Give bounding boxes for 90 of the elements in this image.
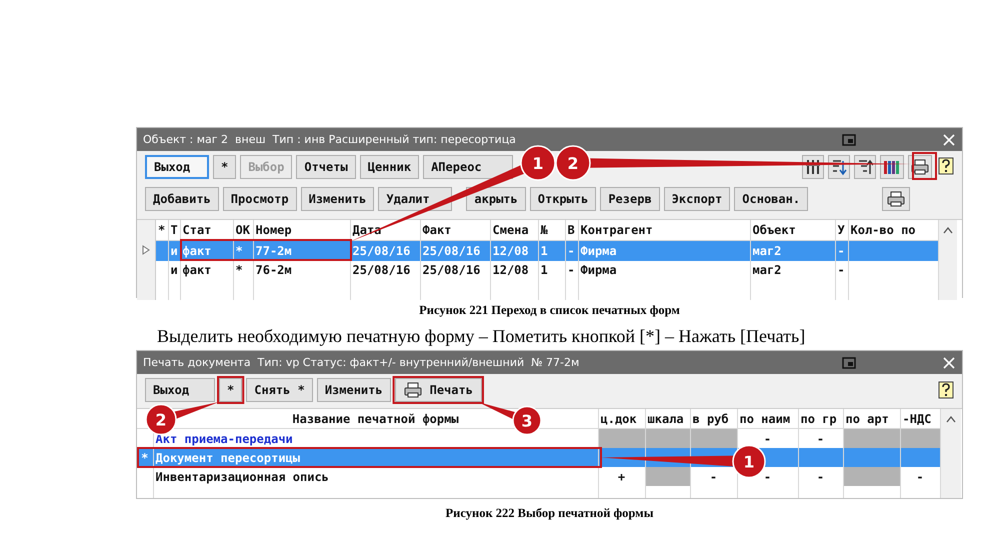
column-header[interactable]: Контрагент (578, 220, 750, 240)
toolbar-button[interactable]: Отчеты (296, 155, 356, 179)
table-cell: * (233, 260, 253, 280)
toolbar-button[interactable]: Изменить (316, 378, 391, 402)
step-number-badge: 1 (520, 145, 556, 181)
column-header[interactable]: по гр (798, 409, 843, 428)
toolbar-button[interactable]: акрыть (466, 187, 526, 211)
highlight-frame (217, 376, 244, 404)
column-header[interactable]: Т (168, 220, 180, 240)
toolbar-button[interactable]: Основан. (734, 187, 808, 211)
help-icon[interactable] (938, 156, 954, 174)
instruction-text: Выделить необходимую печатную форму – Пометить кнопкой [*] – Нажать [Печать] (157, 326, 806, 348)
help-icon[interactable] (938, 381, 954, 399)
scroll-up-icon[interactable] (946, 415, 956, 423)
column-header[interactable]: Стат (180, 220, 233, 240)
table-cell: 25/08/16 (420, 240, 490, 260)
window-icon[interactable] (842, 356, 856, 368)
column-header[interactable]: У (835, 220, 848, 240)
table-cell: 1 (538, 240, 565, 260)
column-header[interactable]: Название печатной формы (292, 412, 459, 426)
sort-up-icon[interactable] (857, 158, 873, 176)
column-header[interactable]: Смена (490, 220, 538, 240)
close-icon[interactable] (942, 132, 956, 146)
toolbar-button[interactable]: Снять * (246, 378, 313, 402)
step-number-badge: 3 (512, 406, 542, 436)
printer-icon[interactable] (404, 382, 422, 398)
column-header[interactable]: шкала (645, 409, 690, 428)
table-cell: - (798, 467, 843, 486)
table-cell: 25/08/16 (420, 260, 490, 280)
table-cell: факт (180, 260, 233, 280)
table-cell: 25/08/16 (350, 240, 420, 260)
toolbar-button[interactable]: Экспорт (664, 187, 730, 211)
window-icon[interactable] (842, 134, 856, 146)
form-name[interactable]: Инвентаризационная опись (153, 467, 598, 486)
table-cell: маг2 (750, 240, 835, 260)
toolbar-button[interactable]: AПереос (423, 155, 514, 179)
figure-caption: Рисунок 222 Выбор печатной формы (444, 506, 654, 521)
toolbar-button[interactable]: Ценник (360, 155, 420, 179)
toolbar-button[interactable]: Резерв (600, 187, 660, 211)
column-header[interactable]: № (538, 220, 565, 240)
table-cell: и (168, 260, 180, 280)
step-number-badge: 1 (732, 444, 766, 478)
toolbar-button[interactable]: * (213, 155, 236, 179)
table-cell: - (835, 260, 848, 280)
toolbar-button[interactable]: * (219, 378, 242, 402)
close-icon[interactable] (942, 356, 956, 370)
column-header[interactable]: В (565, 220, 578, 240)
color-bars-icon[interactable] (883, 158, 901, 176)
figure-caption: Рисунок 221 Переход в список печатных форм (418, 303, 681, 318)
row-pointer-icon (142, 245, 150, 255)
table-cell: + (598, 467, 645, 486)
table-cell: маг2 (750, 260, 835, 280)
column-header[interactable]: * (156, 220, 168, 240)
step-number-badge: 2 (145, 404, 177, 436)
table-cell: Фирма (578, 240, 750, 260)
toolbar-button[interactable]: Выход (145, 378, 215, 402)
toolbar-button[interactable]: Изменить (300, 187, 374, 211)
toolbar-button[interactable]: Добавить (145, 187, 219, 211)
column-header[interactable]: Кол-во по (848, 220, 938, 240)
table-cell: 1 (538, 260, 565, 280)
scroll-up-icon[interactable] (942, 226, 952, 234)
table-cell: 76-2м (253, 260, 350, 280)
toolbar-button[interactable]: Выход (145, 155, 209, 179)
toolbar-button[interactable]: Печать (394, 378, 482, 402)
highlight-frame (912, 152, 937, 180)
table-row[interactable]: и факт * 76-2м 25/08/16 25/08/16 12/08 1 - Фирма маг2 - (156, 260, 938, 280)
toolbar-button[interactable]: Просмотр (222, 187, 297, 211)
table-cell: - (565, 260, 578, 280)
table-cell: 12/08 (490, 260, 538, 280)
printer-icon[interactable] (887, 191, 906, 207)
window-title: Печать документа Тип: vp Статус: факт+/- внутренний/внешний № 77-2м (143, 356, 580, 369)
step-number-badge: 2 (555, 145, 591, 181)
column-header[interactable]: в руб (690, 409, 737, 428)
table-cell: 25/08/16 (350, 260, 420, 280)
column-header[interactable]: по арт (843, 409, 900, 428)
sort-down-icon[interactable] (831, 158, 847, 176)
table-cell: - (900, 467, 940, 486)
table-cell: Фирма (578, 260, 750, 280)
toolbar-button[interactable]: Удалит (378, 187, 452, 211)
toolbar-button[interactable]: Открыть (530, 187, 596, 211)
table-cell: 12/08 (490, 240, 538, 260)
window-title: Объект : маг 2 внеш Тип : инв Расширенный тип: пересортица (143, 133, 517, 146)
column-header[interactable]: ОК (233, 220, 253, 240)
column-header[interactable]: Номер (253, 220, 350, 240)
column-header[interactable]: Факт (420, 220, 490, 240)
column-header[interactable]: ц.док (598, 409, 645, 428)
column-header[interactable]: -НДС (900, 409, 940, 428)
column-header[interactable]: Объект (750, 220, 835, 240)
column-header[interactable]: по наим (737, 409, 798, 428)
printer-icon[interactable] (911, 159, 929, 175)
